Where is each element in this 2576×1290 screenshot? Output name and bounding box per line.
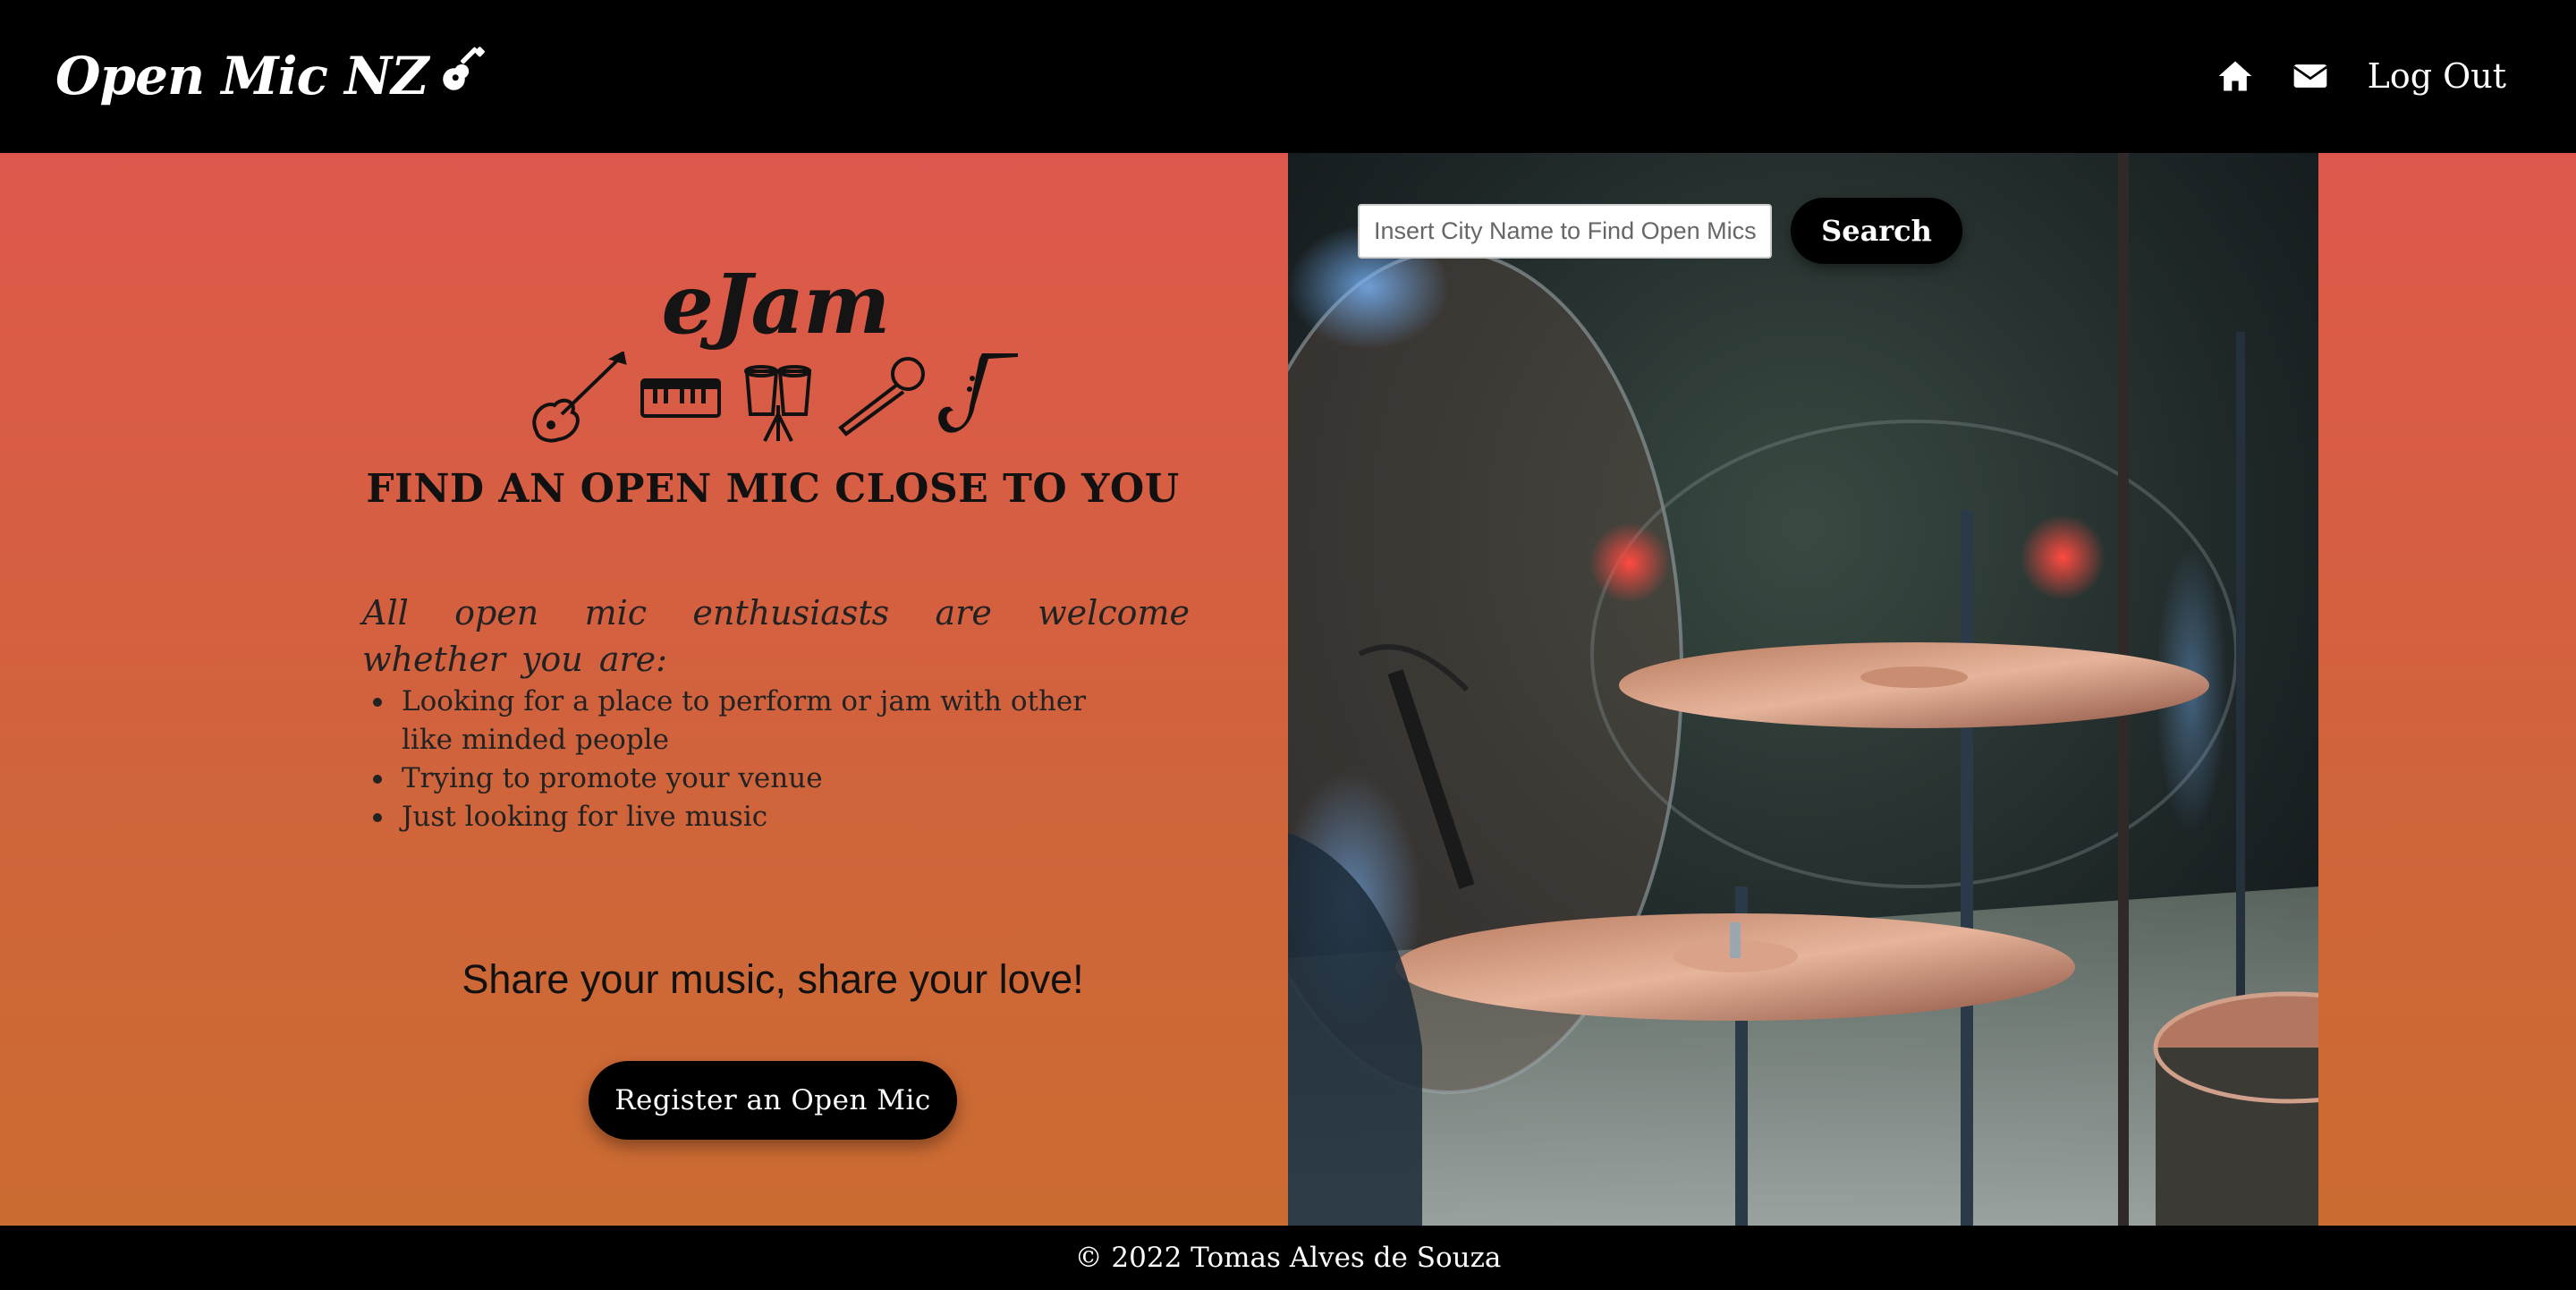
electric-guitar-icon: [532, 352, 627, 443]
welcome-text: All open mic enthusiasts are welcome whe…: [362, 593, 1190, 679]
register-open-mic-button[interactable]: Register an Open Mic: [589, 1061, 957, 1140]
site-header: Open Mic NZ Log Out: [0, 0, 2576, 153]
list-item: Trying to promote your venue: [362, 760, 1096, 798]
conga-drums-icon: [744, 365, 812, 442]
city-search-input[interactable]: [1358, 204, 1772, 259]
keyboard-icon: [640, 378, 721, 418]
main-section: eJam FIND AN OPEN MIC CLOSE TO YOU All o…: [0, 153, 2576, 1226]
list-item: Just looking for live music: [362, 798, 1096, 836]
drum-kit-photo: Search: [1288, 153, 2318, 1226]
saxophone-icon: [938, 353, 1018, 433]
main-nav: Log Out: [2216, 47, 2506, 106]
copyright-text: © 2022 Tomas Alves de Souza: [1074, 1242, 1502, 1274]
reasons-list: Looking for a place to perform or jam wi…: [362, 683, 1096, 836]
drum-kit-image: [1288, 153, 2318, 1226]
search-button[interactable]: Search: [1791, 198, 1962, 264]
microphone-icon: [838, 357, 925, 437]
instrument-icons: [532, 352, 1018, 443]
hero-panel: eJam FIND AN OPEN MIC CLOSE TO YOU All o…: [0, 153, 1288, 1226]
brand-title: Open Mic NZ: [55, 46, 428, 106]
logout-link[interactable]: Log Out: [2368, 56, 2506, 96]
envelope-icon[interactable]: [2291, 56, 2330, 96]
list-item: Looking for a place to perform or jam wi…: [362, 683, 1096, 760]
guitar-icon: [438, 45, 488, 107]
brand-logo-link[interactable]: Open Mic NZ: [55, 36, 488, 116]
home-icon[interactable]: [2216, 56, 2255, 96]
site-footer: © 2022 Tomas Alves de Souza: [0, 1226, 2576, 1290]
